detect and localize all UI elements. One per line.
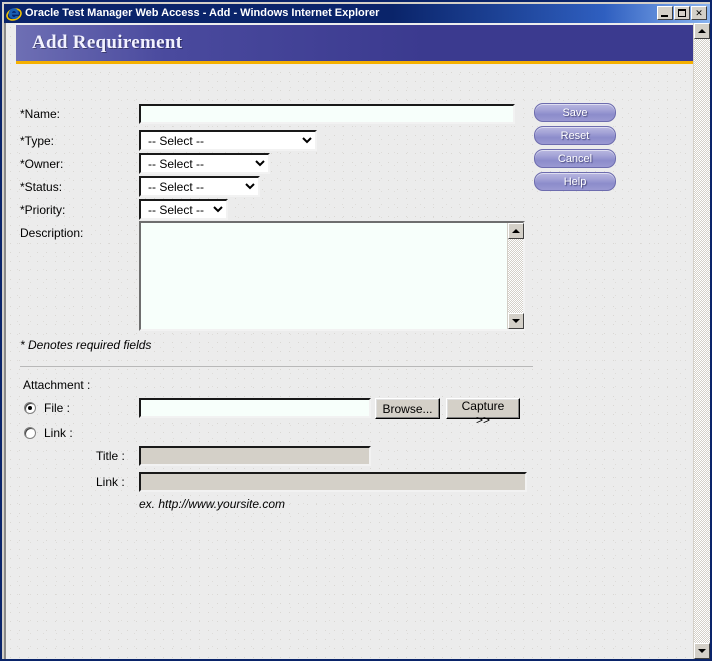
label-description: Description: bbox=[20, 226, 84, 240]
label-type: *Type: bbox=[20, 134, 55, 148]
page-scroll-down-button[interactable] bbox=[694, 643, 710, 659]
attachment-file-label: File : bbox=[44, 401, 71, 415]
label-name: *Name: bbox=[20, 107, 61, 121]
label-priority: *Priority: bbox=[20, 203, 66, 217]
attachment-link-field-label: Link : bbox=[96, 475, 125, 489]
maximize-button[interactable] bbox=[674, 6, 690, 20]
description-scroll-up-button[interactable] bbox=[508, 223, 524, 239]
label-status: *Status: bbox=[20, 180, 63, 194]
window-title: Oracle Test Manager Web Access - Add - W… bbox=[25, 7, 380, 19]
page-header-banner: Add Requirement bbox=[16, 25, 695, 64]
field-row-owner: *Owner: bbox=[20, 153, 63, 175]
page-content: Add Requirement *Name: *Type: -- Select … bbox=[6, 23, 695, 659]
attachment-heading: Attachment : bbox=[23, 378, 91, 392]
field-row-description: Description: bbox=[20, 222, 83, 244]
description-textarea-wrapper bbox=[139, 221, 525, 331]
attachment-title-label: Title : bbox=[96, 449, 125, 463]
attachment-link-radio[interactable] bbox=[24, 427, 36, 439]
browser-window: Oracle Test Manager Web Access - Add - W… bbox=[0, 0, 712, 661]
page-client-area: Add Requirement *Name: *Type: -- Select … bbox=[4, 23, 710, 659]
label-owner: *Owner: bbox=[20, 157, 64, 171]
priority-select[interactable]: -- Select -- bbox=[139, 199, 228, 220]
browse-button[interactable]: Browse... bbox=[375, 398, 440, 419]
window-controls: ✕ bbox=[656, 6, 707, 20]
attachment-file-input[interactable] bbox=[139, 398, 371, 418]
page-title: Add Requirement bbox=[32, 32, 183, 53]
description-scroll-down-button[interactable] bbox=[508, 313, 524, 329]
cancel-button[interactable]: Cancel bbox=[534, 149, 616, 168]
minimize-button[interactable] bbox=[657, 6, 673, 20]
internet-explorer-icon bbox=[6, 6, 22, 21]
capture-button[interactable]: Capture >> bbox=[446, 398, 520, 427]
description-textarea[interactable] bbox=[141, 223, 507, 329]
attachment-link-input bbox=[139, 472, 527, 492]
reset-button[interactable]: Reset bbox=[534, 126, 616, 145]
description-scrollbar[interactable] bbox=[507, 223, 524, 329]
window-title-bar: Oracle Test Manager Web Access - Add - W… bbox=[4, 4, 710, 23]
help-button[interactable]: Help bbox=[534, 172, 616, 191]
field-row-type: *Type: bbox=[20, 130, 54, 152]
field-row-name: *Name: bbox=[20, 103, 60, 125]
chevron-up-icon bbox=[512, 229, 520, 233]
attachment-example-text: ex. http://www.yoursite.com bbox=[139, 497, 286, 511]
field-row-status: *Status: bbox=[20, 176, 62, 198]
attachment-title-input bbox=[139, 446, 371, 466]
section-divider bbox=[20, 366, 533, 367]
page-scroll-up-button[interactable] bbox=[694, 23, 710, 39]
attachment-link-label: Link : bbox=[44, 426, 73, 440]
name-input[interactable] bbox=[139, 104, 515, 124]
chevron-down-icon bbox=[698, 649, 706, 653]
type-select[interactable]: -- Select -- bbox=[139, 130, 317, 151]
owner-select[interactable]: -- Select -- bbox=[139, 153, 270, 174]
close-button[interactable]: ✕ bbox=[691, 6, 707, 20]
radio-selected-dot bbox=[28, 406, 32, 410]
chevron-down-icon bbox=[512, 319, 520, 323]
attachment-file-radio[interactable] bbox=[24, 402, 36, 414]
page-scrollbar[interactable] bbox=[693, 23, 710, 659]
chevron-up-icon bbox=[698, 29, 706, 33]
save-button[interactable]: Save bbox=[534, 103, 616, 122]
required-fields-note: * Denotes required fields bbox=[20, 338, 152, 352]
status-select[interactable]: -- Select -- bbox=[139, 176, 260, 197]
close-icon: ✕ bbox=[695, 7, 703, 18]
field-row-priority: *Priority: bbox=[20, 199, 65, 221]
